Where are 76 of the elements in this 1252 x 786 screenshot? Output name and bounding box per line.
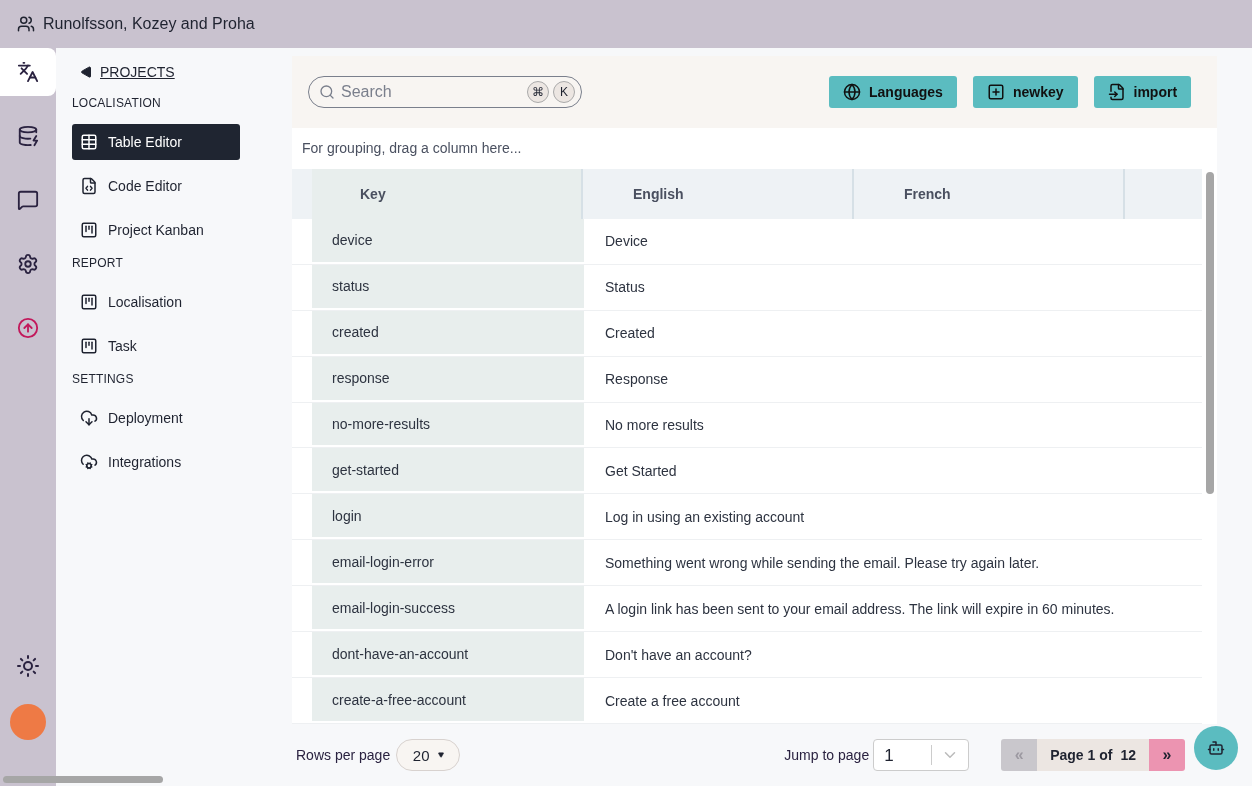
search-field[interactable]: Search — [339, 82, 523, 102]
sidebar-item[interactable]: Integrations — [72, 444, 240, 480]
users-icon — [17, 15, 35, 33]
toolbar-button[interactable]: import — [1093, 76, 1192, 108]
sidebar-item[interactable]: Deployment — [72, 400, 240, 436]
toolbar-button[interactable]: newkey — [972, 76, 1078, 108]
settings-icon — [17, 253, 39, 275]
import-icon — [1107, 83, 1126, 101]
table-cell: dont-have-an-account — [312, 632, 584, 678]
table-cell: created — [312, 310, 584, 356]
table-cell-text: Response — [604, 370, 670, 390]
table-cell: status — [312, 264, 584, 310]
sidebar-item[interactable]: Project Kanban — [72, 212, 240, 248]
search-icon — [319, 84, 335, 100]
kanban-icon — [80, 293, 98, 311]
column-header[interactable]: French — [854, 168, 1125, 219]
database-icon — [17, 125, 39, 147]
table-cell: device — [312, 218, 584, 264]
caret-icon — [437, 752, 444, 758]
rows-per-page-label: Rows per page — [296, 747, 391, 763]
cloud-download-icon — [80, 409, 98, 427]
page-total: 12 — [1120, 747, 1136, 763]
table-cell: response — [312, 356, 584, 402]
section-title: SETTINGS — [72, 372, 135, 386]
sidebar-item[interactable]: Code Editor — [72, 168, 240, 204]
table-cell-text: Created — [604, 324, 656, 344]
projects-link[interactable]: PROJECTS — [80, 64, 276, 80]
assistant-button[interactable] — [1194, 726, 1238, 770]
kanban-icon — [80, 221, 98, 239]
table-cell-text: Device — [604, 232, 649, 252]
chat-icon — [17, 189, 39, 211]
back-caret-icon — [80, 66, 92, 78]
table-cell-text: Something went wrong while sending the email. Please try again later. — [604, 553, 1041, 573]
sun-icon — [16, 654, 40, 678]
scrollbar[interactable] — [3, 776, 163, 783]
next-page-button[interactable]: » — [1149, 739, 1185, 771]
translate-icon — [17, 61, 39, 83]
sidebar-item[interactable]: Table Editor — [72, 124, 240, 160]
table-cell: email-login-error — [312, 540, 584, 586]
jump-to-page-label: Jump to page — [784, 747, 870, 763]
section-title: LOCALISATION — [72, 96, 162, 110]
page-select[interactable]: 1 — [873, 739, 970, 771]
column-header[interactable]: Key — [312, 168, 583, 219]
code-file-icon — [80, 177, 98, 195]
kanban-icon — [80, 337, 98, 355]
table-cell: email-login-success — [312, 586, 584, 632]
sidebar-item[interactable]: Task — [72, 328, 240, 364]
table-cell-text: Log in using an existing account — [604, 507, 806, 527]
robot-icon — [1207, 739, 1225, 757]
grouping-hint: For grouping, drag a column here... — [301, 139, 523, 159]
plus-icon — [986, 83, 1005, 101]
table-cell-text: Get Started — [604, 461, 678, 481]
table-cell-text: Status — [604, 278, 646, 298]
table-cell-text: A login link has been sent to your email address. The link will expire in 60 minutes. — [604, 599, 1116, 619]
upload-icon — [17, 317, 39, 339]
column-header[interactable]: English — [583, 168, 854, 219]
shortcut-key: ⌘ — [527, 81, 549, 103]
table-cell: get-started — [312, 448, 584, 494]
table-cell: no-more-results — [312, 402, 584, 448]
shortcut-key: K — [553, 81, 575, 103]
table-cell-text: No more results — [604, 416, 705, 435]
table-cell: create-a-free-account — [312, 678, 584, 723]
globe-icon — [843, 83, 861, 101]
section-title: REPORT — [72, 256, 124, 270]
scrollbar[interactable] — [1206, 172, 1214, 494]
sidebar-item[interactable]: Localisation — [72, 284, 240, 320]
organization-name: Runolfsson, Kozey and Proha — [43, 15, 255, 33]
page-label: Page 1 of — [1050, 747, 1113, 763]
table-cell: login — [312, 494, 584, 540]
rail-button[interactable] — [0, 48, 56, 96]
cloud-gear-icon — [80, 453, 98, 471]
table-cell-text: Don't have an account? — [604, 645, 753, 665]
toolbar-button[interactable]: Languages — [829, 76, 957, 108]
rows-per-page-select[interactable]: 20 — [396, 739, 461, 771]
table-icon — [80, 133, 98, 151]
table-cell-text: Create a free account — [604, 691, 741, 711]
